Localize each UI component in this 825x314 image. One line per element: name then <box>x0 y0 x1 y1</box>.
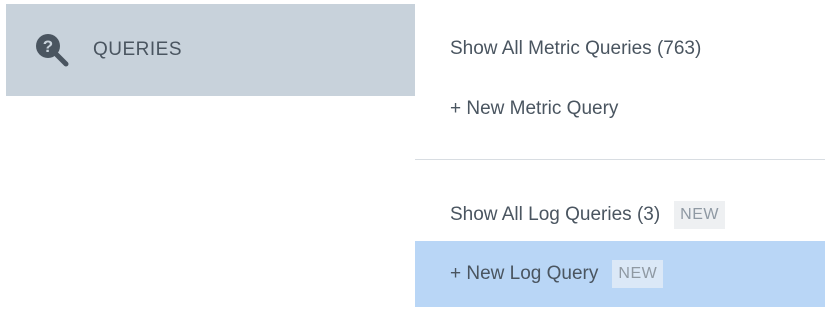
question-search-icon: ? <box>34 32 70 68</box>
menu-item-label: + New Log Query <box>450 263 599 284</box>
show-all-metric-queries-item[interactable]: Show All Metric Queries (763) <box>415 24 825 74</box>
menu-divider <box>415 159 825 160</box>
new-badge: NEW <box>612 260 664 288</box>
menu-item-label: Show All Metric Queries (763) <box>450 38 702 59</box>
sidebar-item-queries[interactable]: ? QUERIES <box>6 4 415 96</box>
queries-dropdown-menu: Show All Metric Queries (763) + New Metr… <box>415 0 825 314</box>
sidebar-item-label: QUERIES <box>93 39 183 60</box>
new-log-query-item[interactable]: + New Log Query NEW <box>415 241 825 307</box>
new-metric-query-item[interactable]: + New Metric Query <box>415 84 825 134</box>
new-badge: NEW <box>674 201 725 229</box>
queries-nav-panel: ? QUERIES Show All Metric Queries (763) … <box>0 0 825 314</box>
svg-text:?: ? <box>43 37 53 56</box>
menu-item-label: + New Metric Query <box>450 98 619 119</box>
sidebar: ? QUERIES <box>0 0 415 314</box>
show-all-log-queries-item[interactable]: Show All Log Queries (3) NEW <box>415 190 825 240</box>
menu-item-label: Show All Log Queries (3) <box>450 204 661 225</box>
